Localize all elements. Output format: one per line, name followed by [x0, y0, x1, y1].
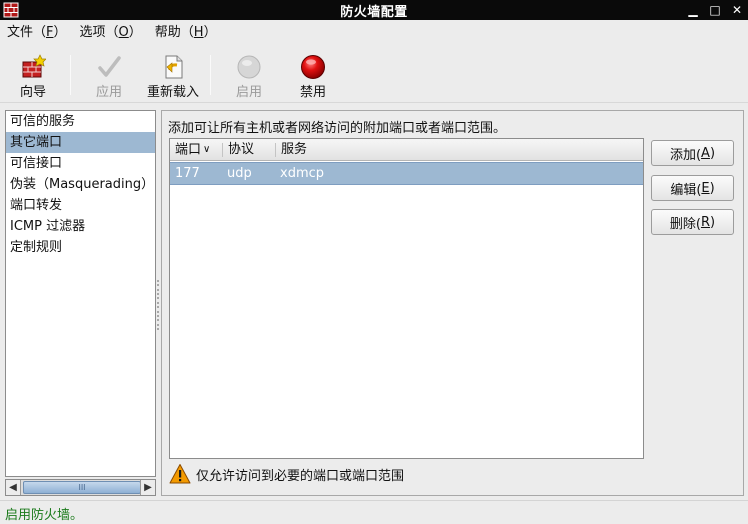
menu-file-suffix: ） — [53, 25, 67, 40]
minimize-button[interactable]: ▁ — [682, 0, 704, 20]
scrollbar-thumb[interactable]: III — [23, 481, 141, 494]
menu-help[interactable]: 帮助（H） — [152, 20, 227, 45]
menu-help-label: 帮助（ — [154, 25, 194, 40]
wizard-button[interactable]: 向导 — [8, 45, 58, 103]
category-list-horizontal-scrollbar[interactable]: ◀ III ▶ — [5, 479, 156, 496]
toolbar: 向导 应用 重新载入 启用 禁用 — [0, 45, 748, 103]
enable-button[interactable]: 启用 — [224, 45, 274, 103]
firewall-config-window: 防火墙配置 ▁ □ ✕ 文件（F） 选项（O） 帮助（H） 向导 应用 重新载入… — [0, 0, 748, 524]
ports-table: 端口 ∨ 协议 服务 177 udp xdmcp — [169, 138, 644, 459]
warning-message: 仅允许访问到必要的端口或端口范围 — [169, 463, 404, 485]
warning-icon — [169, 464, 191, 484]
menu-file[interactable]: 文件（F） — [4, 20, 77, 45]
pane-splitter-handle[interactable] — [156, 280, 160, 330]
menu-bar: 文件（F） 选项（O） 帮助（H） — [0, 20, 748, 45]
reload-label: 重新载入 — [146, 85, 199, 100]
apply-button[interactable]: 应用 — [84, 45, 134, 103]
disable-label: 禁用 — [299, 85, 326, 100]
enable-label: 启用 — [235, 85, 262, 100]
category-trusted-interfaces[interactable]: 可信接口 — [6, 153, 155, 174]
category-port-forwarding[interactable]: 端口转发 — [6, 195, 155, 216]
menu-help-mnemonic: H — [193, 25, 204, 40]
remove-button[interactable]: 删除(R) — [651, 209, 734, 235]
reload-button[interactable]: 重新载入 — [143, 45, 203, 103]
cell-protocol: udp — [227, 166, 252, 181]
wizard-label: 向导 — [19, 85, 46, 100]
remove-button-mnemonic: R — [700, 214, 711, 230]
column-protocol-label: 协议 — [228, 142, 255, 157]
disable-button[interactable]: 禁用 — [288, 45, 338, 103]
column-header-port[interactable]: 端口 ∨ — [170, 139, 222, 161]
table-row[interactable]: 177 udp xdmcp — [170, 162, 643, 185]
edit-button[interactable]: 编辑(E) — [651, 175, 734, 201]
edit-button-suffix: ) — [709, 180, 715, 196]
category-list: 可信的服务 其它端口 可信接口 伪装（Masquerading） 端口转发 IC… — [5, 110, 156, 477]
column-service-label: 服务 — [281, 142, 308, 157]
menu-file-label: 文件（ — [7, 25, 47, 40]
reload-icon — [160, 54, 186, 80]
category-masquerading[interactable]: 伪装（Masquerading） — [6, 174, 155, 195]
toolbar-separator — [210, 55, 211, 95]
menu-options-label: 选项（ — [79, 25, 119, 40]
cell-port: 177 — [175, 166, 200, 181]
checkmark-icon — [96, 54, 122, 80]
category-icmp-filter[interactable]: ICMP 过滤器 — [6, 216, 155, 237]
add-button[interactable]: 添加(A) — [651, 140, 734, 166]
menu-options-mnemonic: O — [118, 25, 129, 40]
sort-descending-icon: ∨ — [203, 144, 211, 155]
title-bar: 防火墙配置 ▁ □ ✕ — [0, 0, 748, 20]
disable-circle-icon — [300, 54, 326, 80]
minimize-icon: ▁ — [688, 3, 698, 17]
add-button-label: 添加( — [669, 147, 702, 163]
close-icon: ✕ — [731, 3, 743, 17]
edit-button-label: 编辑( — [670, 182, 702, 198]
remove-button-suffix: ) — [710, 214, 716, 230]
warning-text: 仅允许访问到必要的端口或端口范围 — [196, 468, 405, 484]
menu-options-suffix: ） — [128, 25, 142, 40]
status-bar: 启用防火墙。 — [0, 500, 748, 524]
toolbar-separator — [70, 55, 71, 95]
category-other-ports[interactable]: 其它端口 — [6, 132, 155, 153]
apply-label: 应用 — [95, 85, 122, 100]
window-title: 防火墙配置 — [340, 4, 408, 20]
menu-help-suffix: ） — [203, 25, 217, 40]
panel-description: 添加可让所有主机或者网络访问的附加端口或者端口范围。 — [168, 121, 507, 136]
enable-circle-icon — [236, 54, 262, 80]
edit-button-mnemonic: E — [701, 180, 710, 196]
close-button[interactable]: ✕ — [726, 0, 748, 20]
column-header-protocol[interactable]: 协议 — [223, 139, 275, 161]
firewall-app-icon — [3, 2, 19, 18]
column-port-label: 端口 — [175, 142, 202, 158]
column-header-service[interactable]: 服务 — [276, 139, 476, 161]
menu-file-mnemonic: F — [46, 25, 54, 40]
maximize-button[interactable]: □ — [704, 0, 726, 20]
scroll-right-arrow-icon[interactable]: ▶ — [140, 480, 155, 495]
wizard-icon — [20, 54, 46, 80]
add-button-mnemonic: A — [701, 145, 710, 161]
category-trusted-services[interactable]: 可信的服务 — [6, 111, 155, 132]
scroll-left-arrow-icon[interactable]: ◀ — [6, 480, 21, 495]
add-button-suffix: ) — [709, 145, 716, 161]
category-custom-rules[interactable]: 定制规则 — [6, 237, 155, 258]
maximize-icon: □ — [709, 3, 721, 17]
scrollbar-grip: III — [78, 483, 86, 492]
remove-button-label: 删除( — [669, 216, 701, 232]
ports-table-header: 端口 ∨ 协议 服务 — [170, 139, 643, 161]
cell-service: xdmcp — [280, 166, 325, 181]
status-text: 启用防火墙。 — [5, 508, 84, 523]
menu-options[interactable]: 选项（O） — [77, 20, 152, 45]
